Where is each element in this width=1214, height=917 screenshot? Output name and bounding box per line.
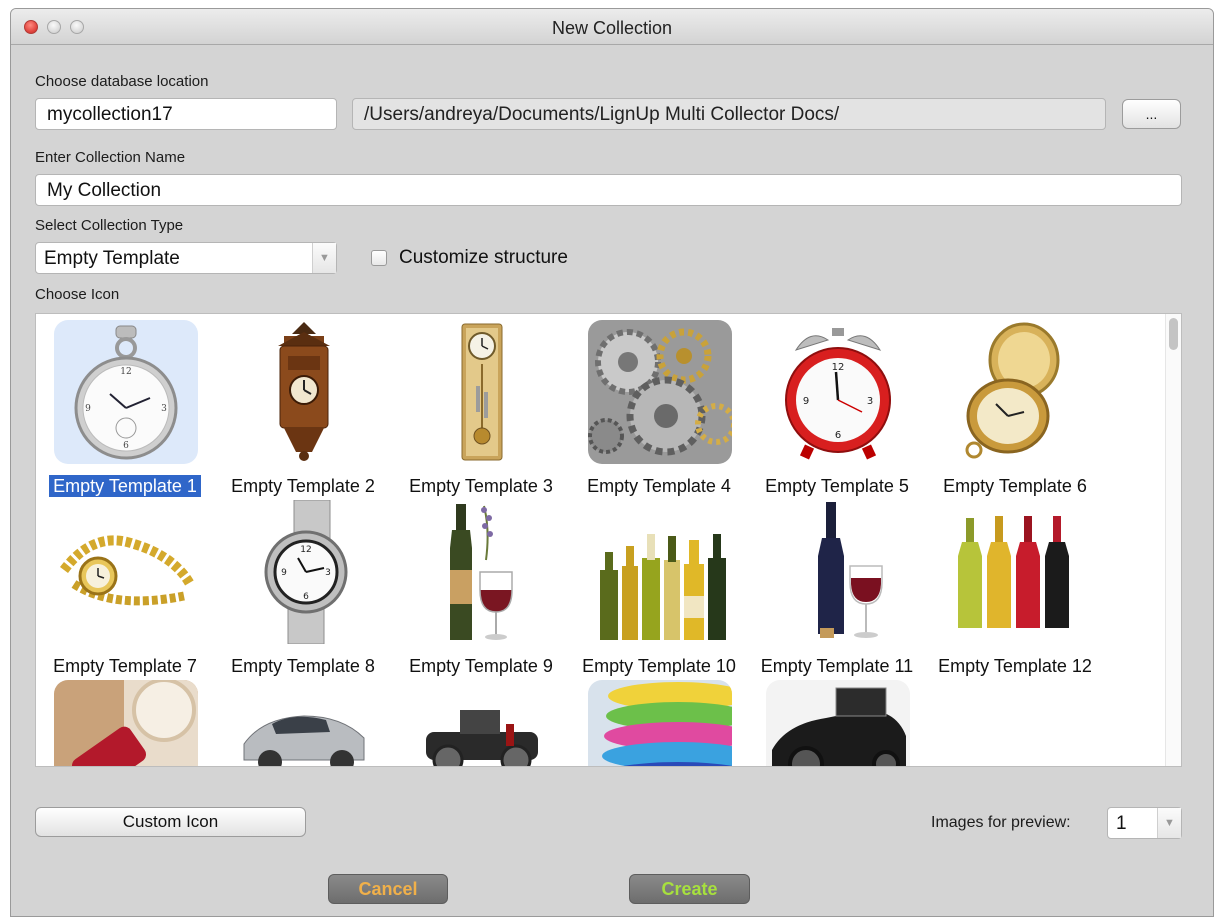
icon-caption: Empty Template 9 <box>409 656 553 676</box>
svg-text:3: 3 <box>325 568 331 578</box>
svg-text:6: 6 <box>303 592 309 602</box>
vintage-car-icon <box>410 680 554 766</box>
database-path-field: /Users/andreya/Documents/LignUp Multi Co… <box>352 98 1106 130</box>
icon-grid[interactable]: 12 3 6 9 Empty Template 1 Empty Template… <box>35 313 1182 767</box>
icon-caption: Empty Template 3 <box>409 476 553 496</box>
wine-cork-icon <box>54 680 198 766</box>
svg-text:12: 12 <box>300 545 311 555</box>
svg-text:12: 12 <box>832 362 845 373</box>
customize-structure-checkbox[interactable] <box>371 250 387 266</box>
gears-icon <box>588 320 732 464</box>
silver-sports-car-icon <box>232 680 376 766</box>
svg-text:9: 9 <box>803 396 809 407</box>
black-vintage-car-icon <box>766 680 910 766</box>
collection-type-label: Select Collection Type <box>35 217 184 234</box>
customize-structure-label: Customize structure <box>399 247 568 268</box>
custom-icon-button[interactable]: Custom Icon <box>35 807 306 837</box>
svg-text:9: 9 <box>85 404 91 414</box>
wine-and-glasses-icon <box>410 500 554 644</box>
open-pocket-watch-icon <box>944 320 1088 464</box>
alarm-clock-icon: 12 3 6 9 <box>766 320 910 464</box>
svg-text:3: 3 <box>161 404 167 414</box>
icon-caption: Empty Template 7 <box>53 656 197 676</box>
chevron-down-icon: ▼ <box>1157 808 1181 838</box>
pocket-watch-icon: 12 3 6 9 <box>54 320 198 464</box>
icon-caption: Empty Template 2 <box>231 476 375 496</box>
svg-text:9: 9 <box>281 568 287 578</box>
title-bar: New Collection <box>11 9 1213 45</box>
colorful-cars-icon <box>588 680 732 766</box>
icon-caption: Empty Template 10 <box>582 656 736 676</box>
collection-type-select[interactable]: Empty Template ▼ <box>35 242 337 274</box>
choose-icon-label: Choose Icon <box>35 286 120 303</box>
cancel-button[interactable]: Cancel <box>328 874 448 904</box>
icon-caption: Empty Template 4 <box>587 476 731 496</box>
images-for-preview-select[interactable]: 1 ▼ <box>1107 807 1182 839</box>
svg-text:3: 3 <box>867 396 873 407</box>
icon-caption: Empty Template 11 <box>760 656 914 676</box>
collection-name-label: Enter Collection Name <box>35 149 186 166</box>
wine-bottles-icon <box>588 500 732 644</box>
icon-caption: Empty Template 8 <box>231 656 375 676</box>
svg-text:6: 6 <box>123 441 129 451</box>
images-for-preview-value: 1 <box>1116 813 1127 834</box>
collection-type-value: Empty Template <box>44 248 180 269</box>
cuckoo-clock-icon <box>232 320 376 464</box>
database-name-field[interactable]: mycollection17 <box>35 98 337 130</box>
icon-caption: Empty Template 1 <box>36 475 214 497</box>
four-wine-bottles-icon <box>944 500 1088 644</box>
browse-location-button[interactable]: ... <box>1122 99 1181 129</box>
steel-wristwatch-icon: 12 3 6 9 <box>232 500 376 644</box>
svg-text:6: 6 <box>835 430 841 441</box>
images-for-preview-label: Images for preview: <box>931 814 1071 831</box>
create-button[interactable]: Create <box>629 874 750 904</box>
collection-name-field[interactable]: My Collection <box>35 174 1182 206</box>
wine-bottle-glass-icon <box>766 500 910 644</box>
gold-wristwatch-icon <box>54 500 198 644</box>
window-title: New Collection <box>551 18 673 38</box>
icon-grid-scrollbar[interactable] <box>1165 314 1181 766</box>
svg-text:12: 12 <box>120 367 131 377</box>
icon-caption: Empty Template 6 <box>943 476 1087 496</box>
new-collection-window: New Collection Choose database location … <box>10 8 1214 917</box>
scrollbar-thumb[interactable] <box>1169 318 1178 350</box>
icon-caption: Empty Template 5 <box>765 476 909 496</box>
pendulum-clock-icon <box>410 320 554 464</box>
database-location-label: Choose database location <box>35 73 209 90</box>
icon-caption: Empty Template 12 <box>938 656 1092 676</box>
chevron-down-icon: ▼ <box>312 243 336 273</box>
